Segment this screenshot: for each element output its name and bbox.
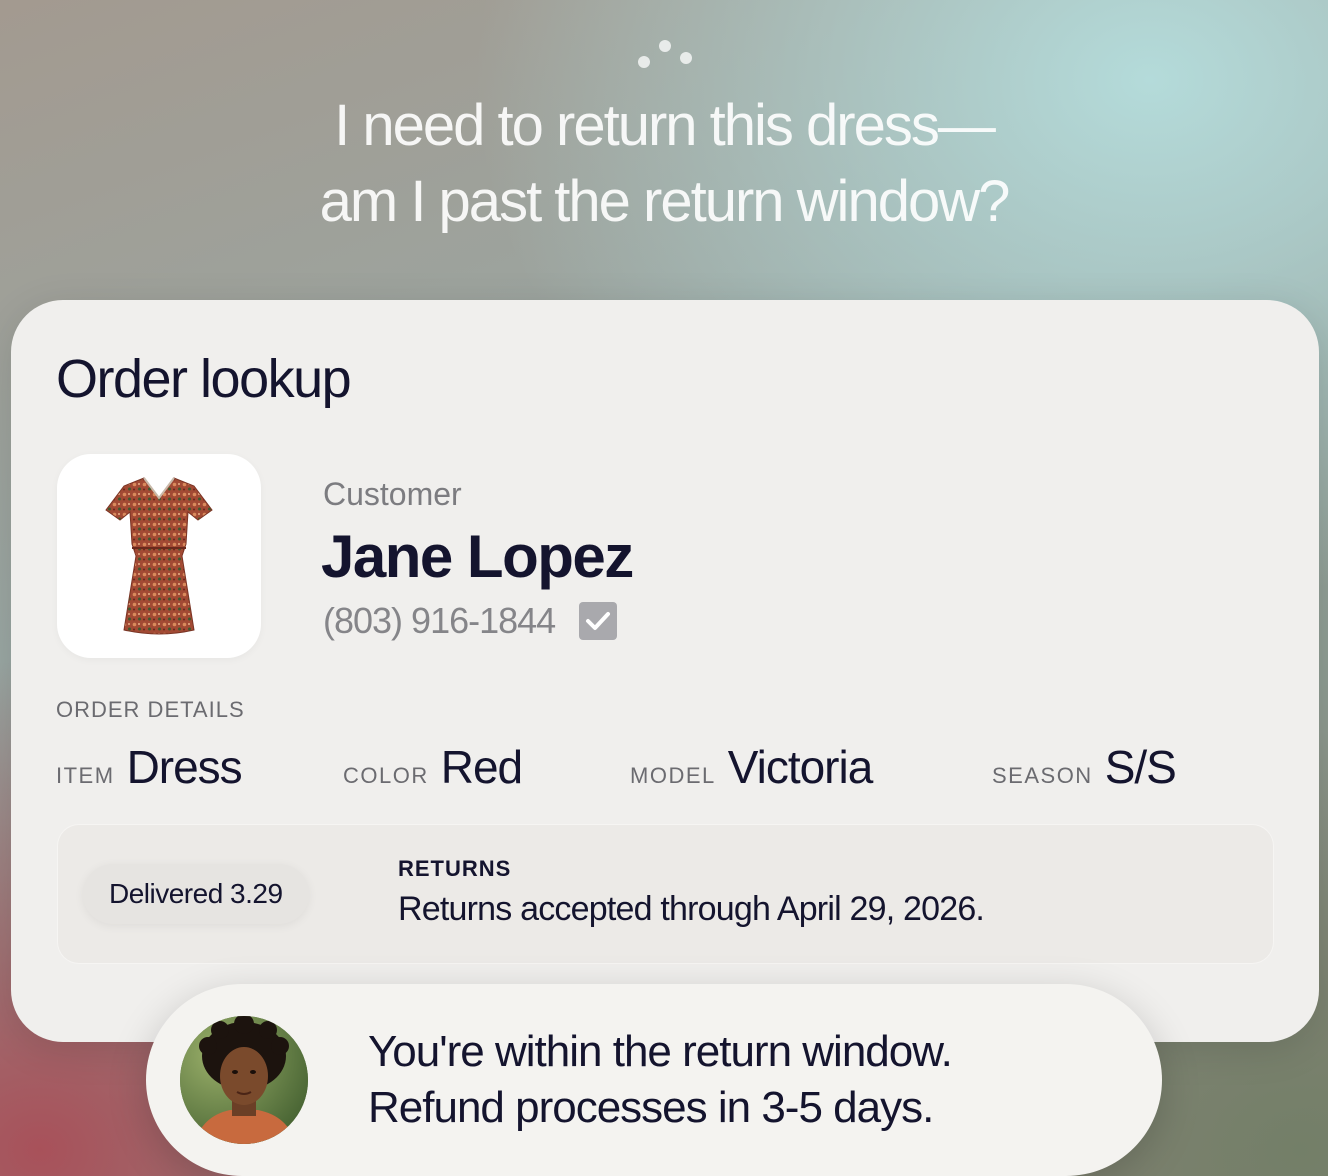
detail-season-key: SEASON [992, 763, 1093, 788]
returns-policy-text: Returns accepted through April 29, 2026. [398, 890, 985, 928]
detail-color-key: COLOR [343, 763, 429, 788]
user-prompt-line-1: I need to return this dress— [334, 93, 996, 158]
detail-season-value: S/S [1104, 741, 1177, 793]
order-details-label: ORDER DETAILS [56, 697, 245, 722]
customer-label: Customer [323, 476, 462, 512]
returns-label: RETURNS [398, 856, 512, 881]
user-prompt-line-2: am I past the return window? [319, 169, 1011, 234]
detail-color-value: Red [440, 741, 523, 793]
customer-name: Jane Lopez [321, 523, 634, 590]
check-icon [579, 602, 617, 640]
agent-response-bubble: You're within the return window. Refund … [146, 984, 1162, 1176]
detail-item-value: Dress [126, 741, 243, 793]
customer-phone: (803) 916-1844 [323, 600, 556, 641]
card-title: Order lookup [56, 349, 352, 409]
delivered-status-badge: Delivered 3.29 [83, 864, 309, 924]
returns-panel: Delivered 3.29 RETURNS Returns accepted … [57, 824, 1274, 964]
detail-model-key: MODEL [630, 763, 716, 788]
agent-response-line-2: Refund processes in 3-5 days. [368, 1083, 934, 1132]
loading-dots-icon [636, 40, 692, 70]
detail-season: SEASON S/S [992, 740, 1177, 794]
dress-photo [105, 477, 213, 635]
order-lookup-card: Order lookup Customer Jane Lopez (803) 9… [11, 300, 1319, 1042]
agent-response-text: You're within the return window. Refund … [368, 1024, 953, 1136]
agent-response-line-1: You're within the return window. [368, 1027, 953, 1076]
product-thumbnail[interactable] [57, 454, 261, 658]
detail-color: COLOR Red [343, 740, 523, 794]
user-prompt: I need to return this dress— am I past t… [0, 88, 1328, 240]
detail-item: ITEM Dress [56, 740, 243, 794]
detail-model-value: Victoria [727, 741, 874, 793]
agent-avatar [180, 1016, 308, 1144]
detail-model: MODEL Victoria [630, 740, 874, 794]
detail-item-key: ITEM [56, 763, 115, 788]
